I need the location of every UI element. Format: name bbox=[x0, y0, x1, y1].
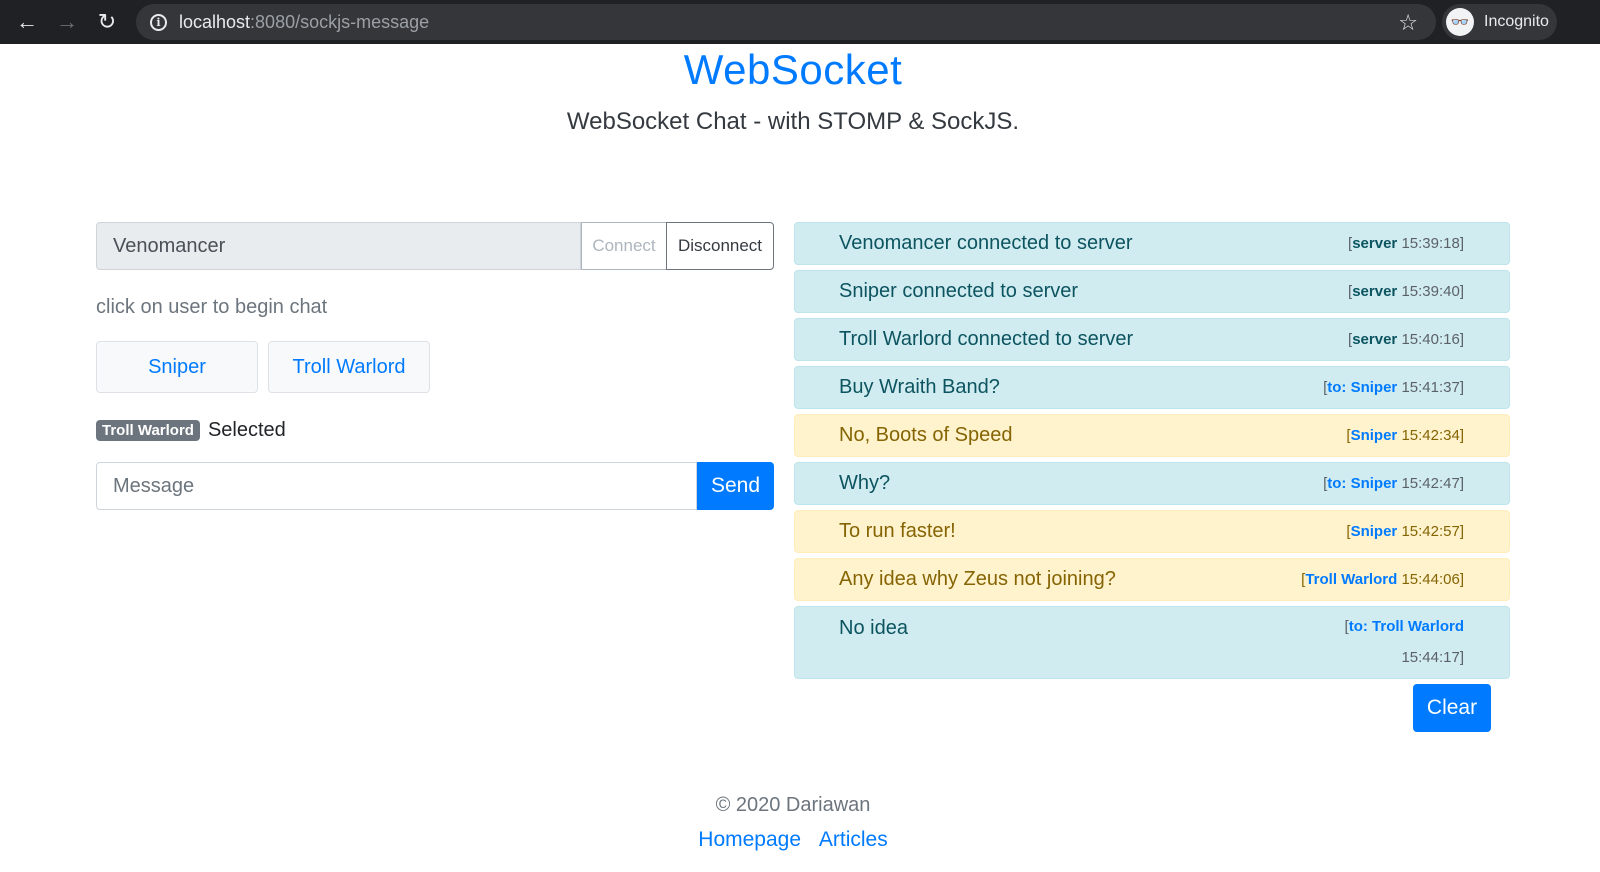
message-item: Venomancer connected to server [server 15… bbox=[794, 222, 1510, 265]
arrow-right-icon: → bbox=[56, 9, 78, 34]
footer: © 2020 Dariawan Homepage Articles bbox=[0, 794, 1586, 852]
user-list: Sniper Troll Warlord bbox=[96, 341, 774, 393]
message-meta: [to: Sniper 15:42:47] bbox=[1323, 475, 1464, 492]
message-time: 15:39:18 bbox=[1401, 235, 1460, 252]
clear-button[interactable]: Clear bbox=[1413, 684, 1491, 732]
message-text: No idea bbox=[839, 617, 908, 639]
address-bar[interactable]: i localhost:8080/sockjs-message ☆ bbox=[136, 4, 1436, 40]
message-sender: to: Sniper bbox=[1327, 379, 1398, 396]
message-time: 15:39:40 bbox=[1401, 283, 1460, 300]
profile-label: Incognito bbox=[1484, 13, 1549, 30]
user-hint: click on user to begin chat bbox=[96, 296, 328, 318]
forward-button[interactable]: → bbox=[47, 0, 87, 44]
selected-label: Selected bbox=[207, 419, 286, 441]
articles-link[interactable]: Articles bbox=[819, 828, 888, 851]
message-time: 15:40:16 bbox=[1401, 331, 1460, 348]
message-time: 15:42:57 bbox=[1401, 523, 1460, 540]
message-item: Troll Warlord connected to server [server… bbox=[794, 318, 1510, 361]
message-time: 15:41:37 bbox=[1401, 379, 1460, 396]
message-item: No, Boots of Speed [Sniper 15:42:34] bbox=[794, 414, 1510, 457]
message-text: Troll Warlord connected to server bbox=[839, 328, 1134, 350]
user-button-sniper[interactable]: Sniper bbox=[96, 341, 258, 393]
message-meta: [server 15:39:40] bbox=[1348, 283, 1464, 300]
url-path: :8080/sockjs-message bbox=[250, 11, 430, 32]
arrow-left-icon: ← bbox=[16, 9, 38, 34]
message-meta: [server 15:40:16] bbox=[1348, 331, 1464, 348]
message-meta: [Sniper 15:42:34] bbox=[1346, 427, 1464, 444]
connection-row: Connect Disconnect bbox=[96, 222, 774, 270]
info-icon[interactable]: i bbox=[150, 13, 167, 31]
connect-button[interactable]: Connect bbox=[581, 222, 667, 270]
message-sender: server bbox=[1352, 331, 1398, 348]
page-title: WebSocket bbox=[683, 46, 903, 93]
message-list: Venomancer connected to server [server 15… bbox=[794, 222, 1510, 732]
message-item: No idea [to: Troll Warlord 15:44:17] bbox=[794, 606, 1510, 679]
incognito-icon: 👓 bbox=[1446, 8, 1474, 36]
selected-user-row: Troll Warlord Selected bbox=[96, 419, 774, 442]
message-text: No, Boots of Speed bbox=[839, 424, 1013, 446]
copyright: © 2020 Dariawan bbox=[715, 794, 871, 816]
message-composer: Send bbox=[96, 462, 774, 510]
chat-controls: Connect Disconnect click on user to begi… bbox=[96, 222, 774, 510]
message-item: Any idea why Zeus not joining? [Troll War… bbox=[794, 558, 1510, 601]
message-item: Buy Wraith Band? [to: Sniper 15:41:37] bbox=[794, 366, 1510, 409]
url-text[interactable]: localhost:8080/sockjs-message bbox=[179, 12, 429, 33]
page-subtitle: WebSocket Chat - with STOMP & SockJS. bbox=[566, 108, 1020, 135]
message-item: To run faster! [Sniper 15:42:57] bbox=[794, 510, 1510, 553]
message-sender: server bbox=[1352, 283, 1398, 300]
homepage-link[interactable]: Homepage bbox=[698, 828, 801, 851]
star-icon[interactable]: ☆ bbox=[1398, 10, 1418, 36]
message-time: 15:44:06 bbox=[1401, 571, 1460, 588]
message-time: 15:44:17 bbox=[1401, 649, 1460, 666]
message-sender: server bbox=[1352, 235, 1398, 252]
message-text: Buy Wraith Band? bbox=[839, 376, 1000, 398]
message-time: 15:42:47 bbox=[1401, 475, 1460, 492]
browser-toolbar: ← → ↻ i localhost:8080/sockjs-message ☆ … bbox=[0, 0, 1600, 44]
url-host: localhost bbox=[179, 11, 251, 32]
message-sender: Sniper bbox=[1350, 523, 1398, 540]
message-text: To run faster! bbox=[839, 520, 956, 542]
footer-links: Homepage Articles bbox=[0, 828, 1586, 852]
message-sender: Troll Warlord bbox=[1305, 571, 1398, 588]
user-button-troll-warlord[interactable]: Troll Warlord bbox=[268, 341, 430, 393]
message-text: Why? bbox=[839, 472, 891, 494]
message-text: Venomancer connected to server bbox=[839, 232, 1133, 254]
message-sender: to: Troll Warlord bbox=[1348, 618, 1464, 635]
message-item: Sniper connected to server [server 15:39:… bbox=[794, 270, 1510, 313]
disconnect-button[interactable]: Disconnect bbox=[666, 222, 774, 270]
message-meta: [to: Sniper 15:41:37] bbox=[1323, 379, 1464, 396]
send-button[interactable]: Send bbox=[697, 462, 774, 510]
message-text: Any idea why Zeus not joining? bbox=[839, 568, 1116, 590]
username-input[interactable] bbox=[96, 222, 581, 270]
back-button[interactable]: ← bbox=[7, 0, 47, 44]
message-meta: [server 15:39:18] bbox=[1348, 235, 1464, 252]
message-meta: [to: Troll Warlord 15:44:17] bbox=[1344, 618, 1464, 666]
message-meta: [Troll Warlord 15:44:06] bbox=[1301, 571, 1464, 588]
message-sender: to: Sniper bbox=[1327, 475, 1398, 492]
message-text: Sniper connected to server bbox=[839, 280, 1079, 302]
message-item: Why? [to: Sniper 15:42:47] bbox=[794, 462, 1510, 505]
reload-icon: ↻ bbox=[97, 9, 117, 34]
message-meta: [Sniper 15:42:57] bbox=[1346, 523, 1464, 540]
message-input[interactable] bbox=[96, 462, 697, 510]
message-time: 15:42:34 bbox=[1401, 427, 1460, 444]
profile-button[interactable]: 👓 Incognito bbox=[1442, 4, 1557, 40]
selected-user-badge: Troll Warlord bbox=[96, 420, 200, 441]
message-sender: Sniper bbox=[1350, 427, 1398, 444]
reload-button[interactable]: ↻ bbox=[87, 0, 127, 44]
